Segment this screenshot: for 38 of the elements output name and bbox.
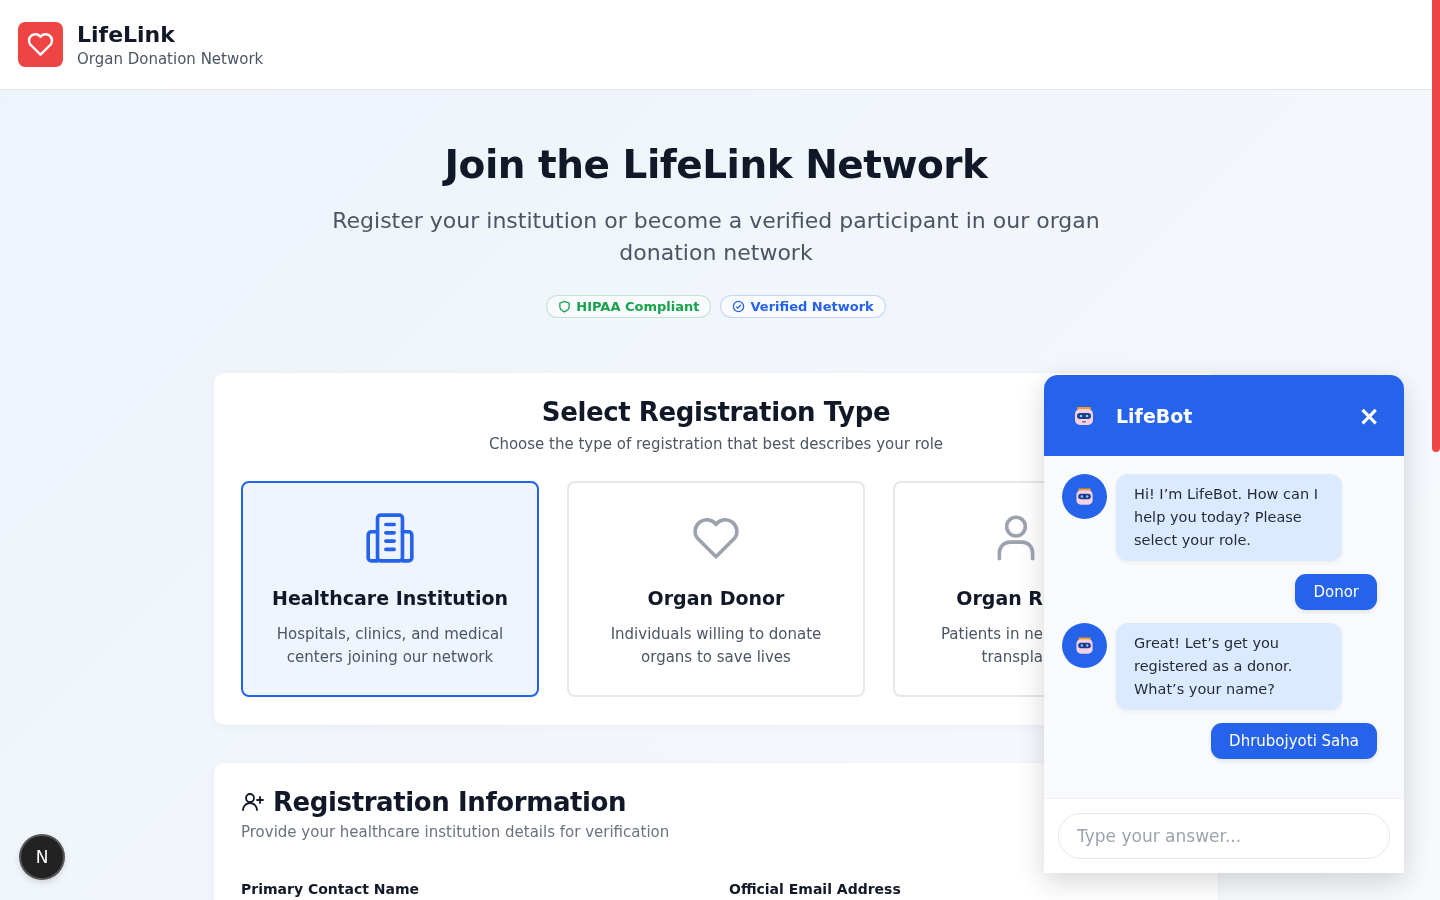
card-description: Individuals willing to donate [610, 624, 822, 645]
card-description: transpla [981, 647, 1043, 668]
bot-avatar [1062, 474, 1107, 519]
chat-title: LifeBot [1116, 404, 1194, 427]
shield-icon [558, 300, 572, 313]
section-title: Registration Information [273, 787, 627, 817]
scrollbar-thumb[interactable] [1432, 0, 1440, 452]
card-description: Hospitals, clinics, and medical [276, 624, 504, 645]
bot-avatar [1062, 623, 1107, 668]
page-subtitle: Register your institution or become a verified participant in our organ donation network [331, 207, 1101, 267]
answer-field[interactable]: Type your answer... [1058, 813, 1390, 859]
close-button[interactable]: × [1354, 402, 1384, 429]
brand-name: LifeLink [77, 21, 176, 47]
building-icon [363, 511, 417, 565]
user-message: Donor [1295, 574, 1377, 610]
section-subtitle: Provide your healthcare institution details for verification [241, 823, 670, 841]
add-user-icon [241, 790, 265, 814]
registration-type-card[interactable]: Organ Donor Individuals willing to donate organs to save lives [567, 481, 865, 697]
check-circle-icon [732, 300, 746, 313]
section-title: Select Registration Type [541, 397, 891, 427]
bot-message: Hi! I’m LifeBot. How can I help you today? Please select your role. [1116, 474, 1342, 561]
bot-message: Great! Let’s get you registered as a donor. What’s your name? [1116, 623, 1342, 710]
card-description: centers joining our network [286, 647, 494, 668]
field-label: Official Email Address [729, 881, 902, 897]
brand-tagline: Organ Donation Network [77, 49, 264, 68]
trust-badge: Verified Network [720, 295, 886, 318]
trust-badge: HIPAA Compliant [546, 295, 712, 318]
card-title: Organ R [956, 587, 1043, 609]
card-description: organs to save lives [641, 647, 791, 668]
card-description: Patients in ne [941, 624, 1043, 645]
card-title: Organ Donor [647, 587, 785, 609]
registration-type-card[interactable]: Healthcare Institution Hospitals, clinics, and medical centers joining our network [241, 481, 539, 697]
page-title: Join the LifeLink Network [444, 142, 988, 187]
dev-tools-button[interactable]: N [21, 836, 63, 878]
field-label: Primary Contact Name [241, 881, 420, 897]
card-title: Healthcare Institution [272, 587, 508, 609]
user-message: Dhrubojyoti Saha [1211, 723, 1377, 759]
section-subtitle: Choose the type of registration that best describes your role [488, 435, 944, 453]
